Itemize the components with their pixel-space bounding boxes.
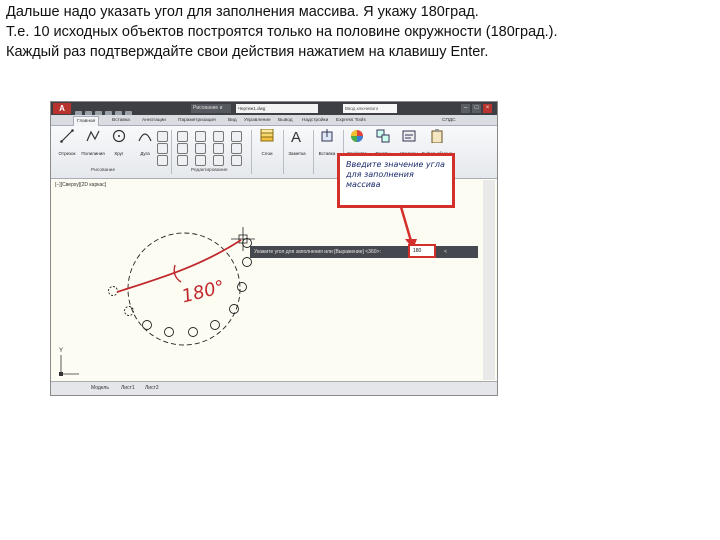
- caption-line-1: Дальше надо указать угол для заполнения …: [6, 4, 479, 20]
- modify-panel-title[interactable]: Редактирование: [191, 168, 228, 173]
- utilities-icon: [402, 130, 416, 142]
- array-icon[interactable]: [213, 155, 224, 166]
- text-tool[interactable]: A Заметка: [285, 129, 309, 169]
- tab-view[interactable]: Вид: [225, 116, 240, 125]
- close-icon[interactable]: ×: [483, 104, 492, 113]
- tab-model[interactable]: Модель: [91, 385, 109, 391]
- minimize-icon[interactable]: –: [461, 104, 470, 113]
- angle-input[interactable]: 180: [413, 247, 425, 255]
- application-menu-button[interactable]: A: [53, 103, 71, 114]
- quick-access-toolbar: [75, 105, 175, 118]
- arc-tool[interactable]: Дуга: [133, 129, 157, 169]
- line-icon: [60, 129, 74, 143]
- stretch-icon[interactable]: [177, 155, 188, 166]
- insert-tool[interactable]: Вставка: [315, 129, 339, 169]
- hatch-icon[interactable]: [157, 143, 168, 154]
- ribbon-tabs: Главная Вставка Аннотации Параметризация…: [51, 115, 497, 126]
- tab-layout1[interactable]: Лист1: [121, 385, 135, 391]
- tab-home[interactable]: Главная: [73, 116, 100, 126]
- layout-tabs-bar: Модель Лист1 Лист2: [51, 381, 497, 395]
- hint-callout: Введите значение угла для заполнения мас…: [337, 153, 455, 208]
- vertical-scrollbar[interactable]: [483, 180, 495, 380]
- clipboard-icon: [431, 129, 443, 143]
- tab-insert[interactable]: Вставка: [109, 116, 133, 125]
- offset-icon[interactable]: [231, 155, 242, 166]
- caption-line-2: Т.е. 10 исходных объектов построятся тол…: [6, 24, 558, 40]
- tab-annotate[interactable]: Аннотации: [139, 116, 169, 125]
- rectangle-icon[interactable]: [157, 131, 168, 142]
- mirror-icon[interactable]: [195, 143, 206, 154]
- region-icon[interactable]: [157, 155, 168, 166]
- tab-addins[interactable]: Надстройки: [299, 116, 331, 125]
- circle-tool[interactable]: Круг: [107, 129, 131, 169]
- polyline-icon: [86, 130, 100, 142]
- angle-annotation: 180°: [180, 277, 227, 308]
- arc-icon: [138, 133, 152, 142]
- layers-tool[interactable]: Слои: [255, 129, 279, 169]
- title-bar: A Рисование и Чертеж1.dwg Ввод ключевого…: [51, 102, 497, 118]
- text-icon: A: [291, 129, 301, 143]
- text-tool-label: Заметка: [288, 151, 306, 156]
- insert-block-icon: [321, 129, 333, 142]
- erase-icon[interactable]: [231, 131, 242, 142]
- line-tool[interactable]: Отрезок: [55, 129, 79, 169]
- search-input[interactable]: Ввод ключевого: [343, 104, 397, 113]
- fillet-icon[interactable]: [213, 143, 224, 154]
- scale-icon[interactable]: [195, 155, 206, 166]
- tab-manage[interactable]: Управление: [241, 116, 274, 125]
- layers-icon: [260, 129, 274, 142]
- caption-line-3: Каждый раз подтверждайте свои действия н…: [6, 44, 489, 60]
- instruction-caption: Дальше надо указать угол для заполнения …: [6, 2, 714, 62]
- explode-icon[interactable]: [231, 143, 242, 154]
- hint-callout-text: Введите значение угла для заполнения мас…: [346, 160, 445, 189]
- layers-tool-label: Слои: [261, 151, 273, 156]
- prompt-text: Укажите угол для заполнения или [Выражен…: [254, 249, 381, 255]
- groups-icon: [376, 129, 390, 143]
- polyline-tool[interactable]: Полилиния: [81, 129, 105, 169]
- maximize-icon[interactable]: □: [472, 104, 481, 113]
- draw-panel-title[interactable]: Рисование: [91, 168, 115, 173]
- angle-input-box[interactable]: 180: [408, 244, 436, 258]
- prompt-arrow[interactable]: <: [444, 246, 447, 258]
- workspace-dropdown[interactable]: Рисование и: [191, 104, 231, 113]
- callout-arrow: [399, 207, 417, 249]
- move-icon[interactable]: [177, 131, 188, 142]
- tab-parametric[interactable]: Параметризация: [175, 116, 219, 125]
- ucs-y-label: Y: [59, 348, 63, 354]
- rotate-icon[interactable]: [195, 131, 206, 142]
- window-title: Чертеж1.dwg: [236, 104, 318, 113]
- trim-icon[interactable]: [213, 131, 224, 142]
- tab-spds[interactable]: СПДС: [439, 116, 459, 125]
- tab-output[interactable]: Вывод: [275, 116, 296, 125]
- svg-text:A: A: [291, 129, 301, 143]
- copy-icon[interactable]: [177, 143, 188, 154]
- tab-express-tools[interactable]: Express Tools: [333, 116, 369, 125]
- properties-icon: [351, 130, 363, 142]
- tab-layout2[interactable]: Лист2: [145, 385, 159, 391]
- autocad-screenshot: A Рисование и Чертеж1.dwg Ввод ключевого…: [50, 101, 498, 396]
- dynamic-input-prompt: Укажите угол для заполнения или [Выражен…: [250, 244, 478, 258]
- circle-icon: [112, 129, 126, 143]
